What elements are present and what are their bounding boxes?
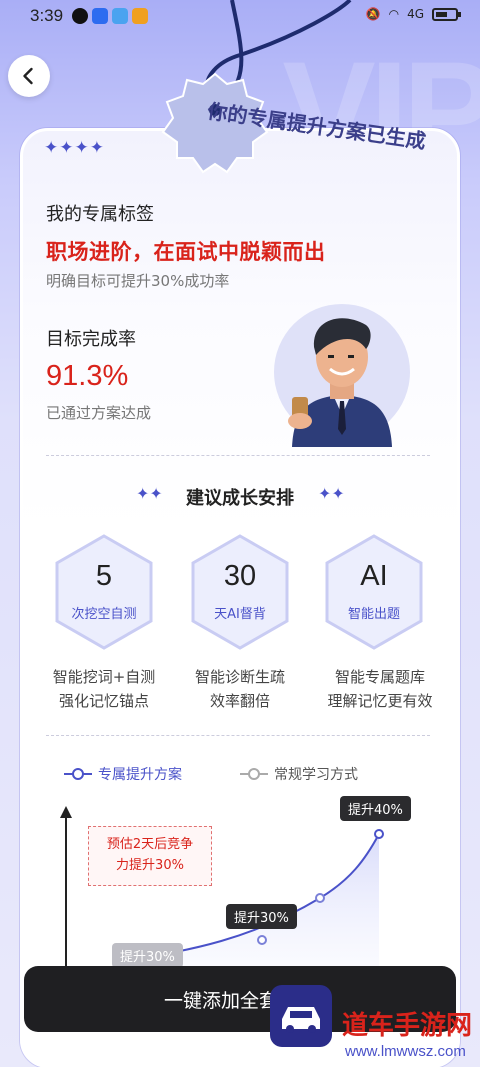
legend-normal-method[interactable]: 常规学习方式 xyxy=(240,764,358,784)
plan-item-ai-review: 30 天AI督背 xyxy=(189,533,291,651)
businessman-avatar xyxy=(274,304,410,447)
tag-subtext: 明确目标可提升30%成功率 xyxy=(46,272,230,290)
chart-point xyxy=(315,893,325,903)
chart-tooltip-high: 提升40% xyxy=(340,796,411,821)
section-title: 建议成长安排 xyxy=(186,488,294,509)
plan-item-desc-line: 强化记忆锚点 xyxy=(58,692,149,710)
stars-decoration: ✦✦✦✦ xyxy=(44,138,105,158)
plan-item-ai-questions: AI 智能出题 xyxy=(323,533,425,651)
plan-item-caption: 智能出题 xyxy=(347,607,400,622)
forecast-note-line: 预估2天后竞争 xyxy=(106,837,194,852)
tag-headline: 职场进阶，在面试中脱颖而出 xyxy=(46,240,326,264)
watermark-url: www.lmwwsz.com xyxy=(345,1043,466,1060)
plan-item-desc-line: 智能专属题库 xyxy=(334,668,425,686)
sparkle-icon: ✦✦ xyxy=(318,484,345,503)
forecast-note-line: 力提升30% xyxy=(116,858,184,873)
car-icon xyxy=(282,1007,320,1033)
plan-item-desc-line: 理解记忆更有效 xyxy=(327,692,433,710)
chart-point xyxy=(257,935,267,945)
y-axis-arrow xyxy=(60,806,72,818)
plan-item-desc: 智能诊断生疏 效率翻倍 xyxy=(170,665,310,713)
plan-item-desc-line: 效率翻倍 xyxy=(209,692,270,710)
plan-item-desc-line: 智能挖词+自测 xyxy=(52,668,156,686)
rate-label: 目标完成率 xyxy=(46,329,136,350)
legend-line-icon xyxy=(240,768,268,780)
plan-item-caption: 次挖空自测 xyxy=(71,607,137,622)
plan-item-desc: 智能专属题库 理解记忆更有效 xyxy=(310,665,450,713)
legend-line-icon xyxy=(64,768,92,780)
legend-label: 常规学习方式 xyxy=(274,767,358,783)
plan-item-desc: 智能挖词+自测 强化记忆锚点 xyxy=(34,665,174,713)
forecast-note: 预估2天后竞争 力提升30% xyxy=(88,826,212,886)
plan-item-self-test: 5 次挖空自测 xyxy=(53,533,155,651)
plan-item-value: 30 xyxy=(223,560,257,592)
tag-label: 我的专属标签 xyxy=(46,204,154,225)
legend-label: 专属提升方案 xyxy=(98,767,182,783)
legend-custom-plan[interactable]: 专属提升方案 xyxy=(64,764,182,784)
watermark-logo xyxy=(270,985,332,1047)
plan-item-desc-line: 智能诊断生疏 xyxy=(194,668,285,686)
rate-subtext: 已通过方案达成 xyxy=(46,404,152,422)
chart-tooltip-low: 提升30% xyxy=(112,943,183,968)
chart-point xyxy=(374,829,384,839)
divider xyxy=(46,455,430,456)
watermark-text: 道车手游网 xyxy=(342,1010,473,1040)
rate-value: 91.3% xyxy=(46,360,129,392)
plan-item-value: AI xyxy=(360,560,388,592)
divider xyxy=(46,735,430,736)
plan-item-value: 5 xyxy=(95,560,113,592)
plan-item-caption: 天AI督背 xyxy=(214,607,266,622)
chart-tooltip-mid: 提升30% xyxy=(226,904,297,929)
